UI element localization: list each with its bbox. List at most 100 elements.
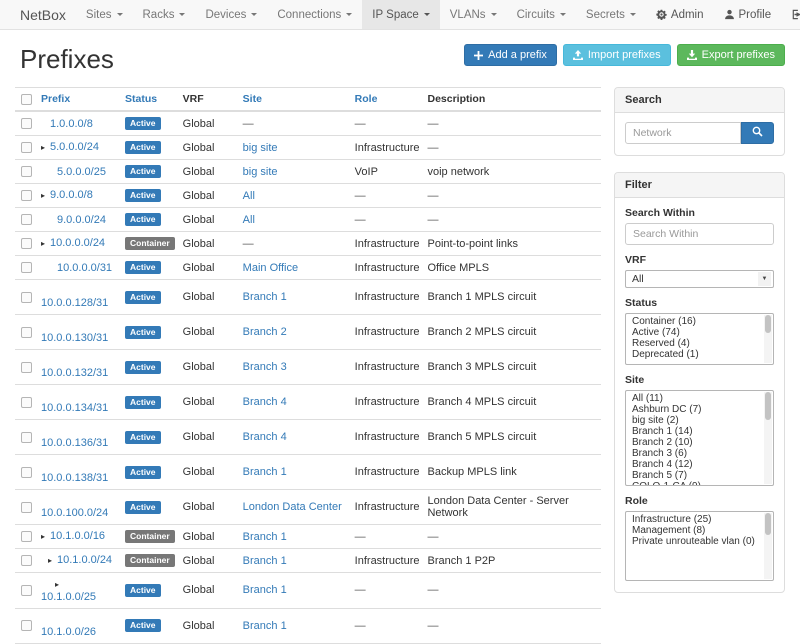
status-badge[interactable]: Active <box>125 431 161 444</box>
prefix-link[interactable]: 9.0.0.0/24 <box>57 214 106 226</box>
status-badge[interactable]: Active <box>125 117 161 130</box>
nav-item-sites[interactable]: Sites <box>76 0 133 29</box>
site-option[interactable]: Branch 2 (10) <box>626 437 759 448</box>
prefix-link[interactable]: 10.0.0.128/31 <box>41 297 108 309</box>
expand-arrow-icon[interactable]: ▸ <box>41 531 50 543</box>
row-checkbox[interactable] <box>21 292 32 303</box>
expand-arrow-icon[interactable]: ▸ <box>48 555 57 567</box>
prefix-link[interactable]: 10.0.0.130/31 <box>41 332 108 344</box>
column-header-prefix[interactable]: Prefix <box>37 88 121 112</box>
scrollbar-thumb[interactable] <box>765 315 771 333</box>
row-checkbox[interactable] <box>21 118 32 129</box>
prefix-link[interactable]: 10.0.0.0/24 <box>50 237 105 249</box>
expand-arrow-icon[interactable]: ▸ <box>41 238 50 250</box>
row-checkbox[interactable] <box>21 214 32 225</box>
prefix-link[interactable]: 10.1.0.0/26 <box>41 626 96 638</box>
nav-item-secrets[interactable]: Secrets <box>576 0 646 29</box>
status-badge[interactable]: Active <box>125 501 161 514</box>
prefix-link[interactable]: 10.1.0.0/16 <box>50 530 105 542</box>
brand-netbox[interactable]: NetBox <box>10 0 76 29</box>
site-option[interactable]: All (11) <box>626 393 759 404</box>
row-checkbox[interactable] <box>21 262 32 273</box>
row-checkbox[interactable] <box>21 531 32 542</box>
prefix-link[interactable]: 10.1.0.0/24 <box>57 554 112 566</box>
site-option[interactable]: Ashburn DC (7) <box>626 404 759 415</box>
role-listbox[interactable]: Infrastructure (25)Management (8)Private… <box>625 511 774 581</box>
status-option[interactable]: Active (74) <box>626 327 759 338</box>
row-checkbox[interactable] <box>21 432 32 443</box>
site-link[interactable]: All <box>243 214 255 226</box>
scrollbar-track[interactable] <box>764 315 772 363</box>
site-link[interactable]: Branch 1 <box>243 531 287 543</box>
nav-item-ip-space[interactable]: IP Space <box>362 0 439 29</box>
status-option[interactable]: Deprecated (1) <box>626 349 759 360</box>
status-badge[interactable]: Active <box>125 584 161 597</box>
column-header-status[interactable]: Status <box>121 88 179 112</box>
row-checkbox[interactable] <box>21 555 32 566</box>
site-option[interactable]: Branch 1 (14) <box>626 426 759 437</box>
nav-item-devices[interactable]: Devices <box>195 0 267 29</box>
site-link[interactable]: Main Office <box>243 262 298 274</box>
prefix-link[interactable]: 5.0.0.0/25 <box>57 166 106 178</box>
row-checkbox[interactable] <box>21 327 32 338</box>
expand-arrow-icon[interactable]: ▸ <box>55 579 64 591</box>
site-link[interactable]: Branch 2 <box>243 326 287 338</box>
row-checkbox[interactable] <box>21 397 32 408</box>
row-checkbox[interactable] <box>21 238 32 249</box>
row-checkbox[interactable] <box>21 190 32 201</box>
scrollbar-track[interactable] <box>764 392 772 484</box>
status-badge[interactable]: Active <box>125 189 161 202</box>
site-link[interactable]: Branch 1 <box>243 555 287 567</box>
prefix-link[interactable]: 9.0.0.0/8 <box>50 189 93 201</box>
expand-arrow-icon[interactable]: ▸ <box>41 142 50 154</box>
row-checkbox[interactable] <box>21 585 32 596</box>
status-badge[interactable]: Active <box>125 326 161 339</box>
prefix-link[interactable]: 5.0.0.0/24 <box>50 141 99 153</box>
role-option[interactable]: Management (8) <box>626 525 759 536</box>
status-badge[interactable]: Active <box>125 396 161 409</box>
search-input[interactable] <box>625 122 741 144</box>
column-header-site[interactable]: Site <box>239 88 351 112</box>
nav-item-admin[interactable]: Admin <box>646 0 714 29</box>
status-badge[interactable]: Container <box>125 237 175 250</box>
site-listbox[interactable]: All (11)Ashburn DC (7)big site (2)Branch… <box>625 390 774 486</box>
scrollbar-track[interactable] <box>764 513 772 579</box>
row-checkbox[interactable] <box>21 166 32 177</box>
search-within-input[interactable] <box>625 223 774 245</box>
role-option[interactable]: Infrastructure (25) <box>626 514 759 525</box>
nav-item-vlans[interactable]: VLANs <box>440 0 507 29</box>
prefix-link[interactable]: 10.0.0.134/31 <box>41 402 108 414</box>
import-prefixes-button[interactable]: Import prefixes <box>563 44 671 66</box>
site-option[interactable]: Branch 3 (6) <box>626 448 759 459</box>
nav-item-circuits[interactable]: Circuits <box>507 0 576 29</box>
site-link[interactable]: Branch 4 <box>243 396 287 408</box>
status-badge[interactable]: Active <box>125 261 161 274</box>
status-option[interactable]: Reserved (4) <box>626 338 759 349</box>
prefix-link[interactable]: 10.0.0.138/31 <box>41 472 108 484</box>
site-link[interactable]: London Data Center <box>243 501 342 513</box>
site-link[interactable]: All <box>243 190 255 202</box>
site-link[interactable]: Branch 4 <box>243 431 287 443</box>
export-prefixes-button[interactable]: Export prefixes <box>677 44 785 66</box>
search-button[interactable] <box>741 122 774 144</box>
add-a-prefix-button[interactable]: Add a prefix <box>464 44 557 66</box>
nav-item-profile[interactable]: Profile <box>714 0 782 29</box>
row-checkbox[interactable] <box>21 362 32 373</box>
site-option[interactable]: Branch 4 (12) <box>626 459 759 470</box>
nav-item-connections[interactable]: Connections <box>267 0 362 29</box>
site-option[interactable]: COLO-1-CA (9) <box>626 481 759 486</box>
prefix-link[interactable]: 10.0.0.136/31 <box>41 437 108 449</box>
select-all-checkbox[interactable] <box>21 94 32 105</box>
prefix-link[interactable]: 1.0.0.0/8 <box>50 118 93 130</box>
site-link[interactable]: big site <box>243 166 278 178</box>
column-header-role[interactable]: Role <box>351 88 424 112</box>
nav-item-racks[interactable]: Racks <box>133 0 196 29</box>
site-link[interactable]: Branch 1 <box>243 584 287 596</box>
status-badge[interactable]: Container <box>125 554 175 567</box>
site-option[interactable]: Branch 5 (7) <box>626 470 759 481</box>
row-checkbox[interactable] <box>21 142 32 153</box>
row-checkbox[interactable] <box>21 467 32 478</box>
status-listbox[interactable]: Container (16)Active (74)Reserved (4)Dep… <box>625 313 774 365</box>
status-badge[interactable]: Active <box>125 165 161 178</box>
site-link[interactable]: Branch 1 <box>243 620 287 632</box>
